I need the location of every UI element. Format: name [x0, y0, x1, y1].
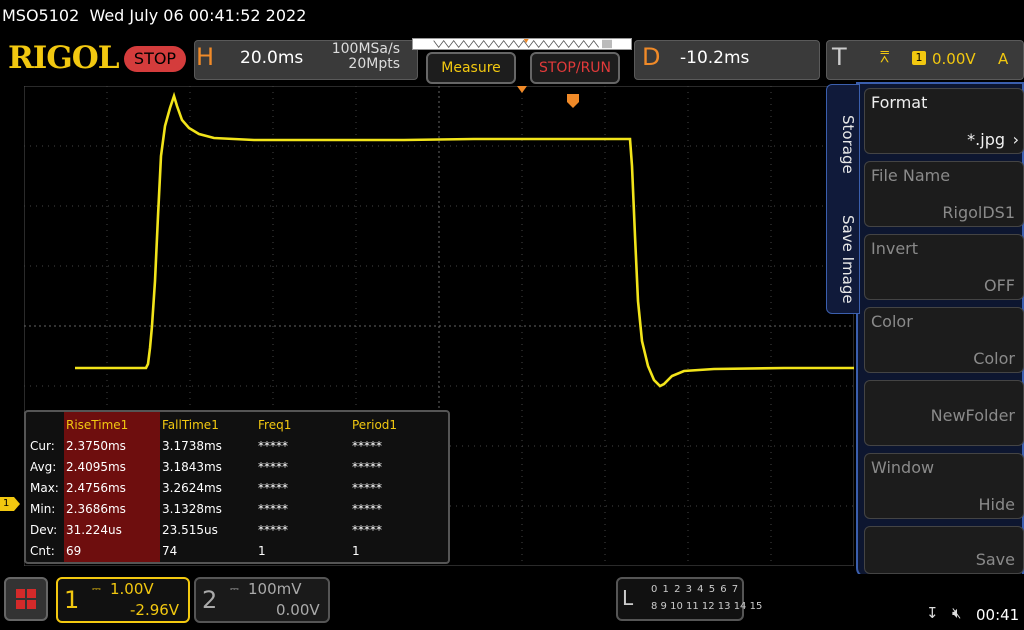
row-label: Cnt:	[30, 544, 55, 558]
menu-item-value: NewFolder	[930, 406, 1015, 425]
measure-value: *****	[258, 460, 288, 474]
measure-value: 2.3686ms	[66, 502, 126, 516]
channel-1-offset: -2.96V	[130, 601, 180, 619]
dc-coupling-icon: ⎓	[92, 582, 101, 595]
measure-value: *****	[258, 481, 288, 495]
row-label: Min:	[30, 502, 56, 516]
measure-header: RiseTime1	[66, 418, 129, 432]
trigger-level: 0.00V	[932, 50, 976, 68]
measure-value: 1	[352, 544, 360, 558]
menu-item-value: OFF	[984, 276, 1015, 295]
menu-item-value: *.jpg	[967, 130, 1005, 149]
measure-value: *****	[352, 502, 382, 516]
delay-value: -10.2ms	[680, 48, 750, 68]
row-label: Avg:	[30, 460, 57, 474]
row-label: Cur:	[30, 439, 55, 453]
measure-value: *****	[258, 439, 288, 453]
trigger-mode: A	[998, 50, 1009, 68]
usb-icon: ↧	[926, 604, 939, 622]
measure-button[interactable]: Measure	[426, 52, 516, 84]
measure-value: 2.4756ms	[66, 481, 126, 495]
oscilloscope-screen: MSO5102 Wed July 06 00:41:52 2022 RIGOL …	[0, 0, 1024, 630]
timebase-value: 20.0ms	[240, 48, 304, 68]
la-channels-high: 8 9 10 11 12 13 14 15	[651, 601, 763, 612]
memory-position-strip	[412, 38, 632, 50]
measure-value: *****	[352, 460, 382, 474]
memory-view-window	[602, 39, 612, 49]
sample-rate: 100MSa/s	[331, 41, 400, 57]
measure-value: *****	[352, 523, 382, 537]
menu-item-title: Invert	[871, 239, 919, 258]
memory-depth: 20Mpts	[348, 56, 400, 72]
measure-value: 31.224us	[66, 523, 122, 537]
measure-value: 2.4095ms	[66, 460, 126, 474]
menu-item-new-folder[interactable]: NewFolder	[864, 380, 1024, 446]
menu-item-title: Color	[871, 312, 913, 331]
measure-value: 1	[258, 544, 266, 558]
side-menu: Format *.jpg › File Name RigolDS1 Invert…	[856, 82, 1024, 578]
measure-value: 23.515us	[162, 523, 218, 537]
row-label: Dev:	[30, 523, 58, 537]
measure-value: 3.1843ms	[162, 460, 222, 474]
menu-item-value: Color	[973, 349, 1015, 368]
la-channels-low: 0 1 2 3 4 5 6 7	[651, 584, 740, 595]
measure-value: *****	[352, 481, 382, 495]
memory-waveform-thumbnail	[433, 39, 599, 49]
tab-storage[interactable]: Storage	[831, 115, 857, 174]
measure-header: Freq1	[258, 418, 292, 432]
menu-item-format[interactable]: Format *.jpg ›	[864, 88, 1024, 154]
side-menu-tabs: Storage Save Image	[826, 84, 860, 314]
trigger-source: 1	[912, 51, 926, 65]
horizontal-letter: H	[196, 43, 215, 71]
measure-value: 69	[66, 544, 82, 558]
chevron-right-icon: ›	[1012, 130, 1019, 149]
menu-item-invert[interactable]: Invert OFF	[864, 234, 1024, 300]
la-letter: L	[622, 586, 634, 610]
trigger-letter: T	[832, 43, 847, 71]
menu-item-value: RigolDS1	[942, 203, 1015, 222]
measure-value: 74	[162, 544, 178, 558]
measure-value: *****	[352, 439, 382, 453]
channel-2-offset: 0.00V	[276, 601, 320, 619]
measure-value: *****	[258, 523, 288, 537]
tab-save-image[interactable]: Save Image	[831, 215, 857, 304]
menu-item-window[interactable]: Window Hide	[864, 453, 1024, 519]
channel-2-scale: 100mV	[248, 580, 302, 598]
model-datetime: MSO5102 Wed July 06 00:41:52 2022	[2, 6, 307, 25]
stop-run-button[interactable]: STOP/RUN	[530, 52, 620, 84]
measure-header: Period1	[352, 418, 398, 432]
speaker-mute-icon[interactable]: 🔇︎	[952, 604, 961, 622]
rising-edge-icon: ⩞	[880, 48, 890, 66]
sample-info: 100MSa/s 20Mpts	[316, 42, 400, 72]
measure-value: 3.1328ms	[162, 502, 222, 516]
measure-value: 2.3750ms	[66, 439, 126, 453]
measure-value: *****	[258, 502, 288, 516]
measure-header: FallTime1	[162, 418, 219, 432]
delay-letter: D	[642, 43, 661, 71]
row-label: Max:	[30, 481, 59, 495]
function-menu-button[interactable]	[4, 577, 48, 621]
channel-1-marker[interactable]: 1	[0, 497, 20, 511]
grid-menu-icon	[16, 589, 36, 609]
menu-item-title: Window	[871, 458, 935, 477]
status-clock: 00:41	[976, 606, 1020, 624]
run-state-badge: STOP	[124, 46, 186, 72]
dc-coupling-icon: ⎓	[230, 582, 239, 595]
measure-value: 3.2624ms	[162, 481, 222, 495]
menu-item-save[interactable]: Save	[864, 526, 1024, 574]
menu-item-value: Save	[975, 550, 1015, 569]
menu-item-value: Hide	[978, 495, 1015, 514]
channel-2-number: 2	[202, 586, 218, 614]
rigol-logo: RIGOL	[8, 40, 120, 76]
menu-item-title: File Name	[871, 166, 951, 185]
menu-item-title: Format	[871, 93, 928, 112]
measurement-table: RiseTime1 FallTime1 Freq1 Period1 Cur: 2…	[24, 410, 450, 564]
channel-1-number: 1	[64, 586, 80, 614]
menu-item-color[interactable]: Color Color	[864, 307, 1024, 373]
menu-item-file-name[interactable]: File Name RigolDS1	[864, 161, 1024, 227]
channel-1-scale: 1.00V	[110, 580, 154, 598]
measure-value: 3.1738ms	[162, 439, 222, 453]
